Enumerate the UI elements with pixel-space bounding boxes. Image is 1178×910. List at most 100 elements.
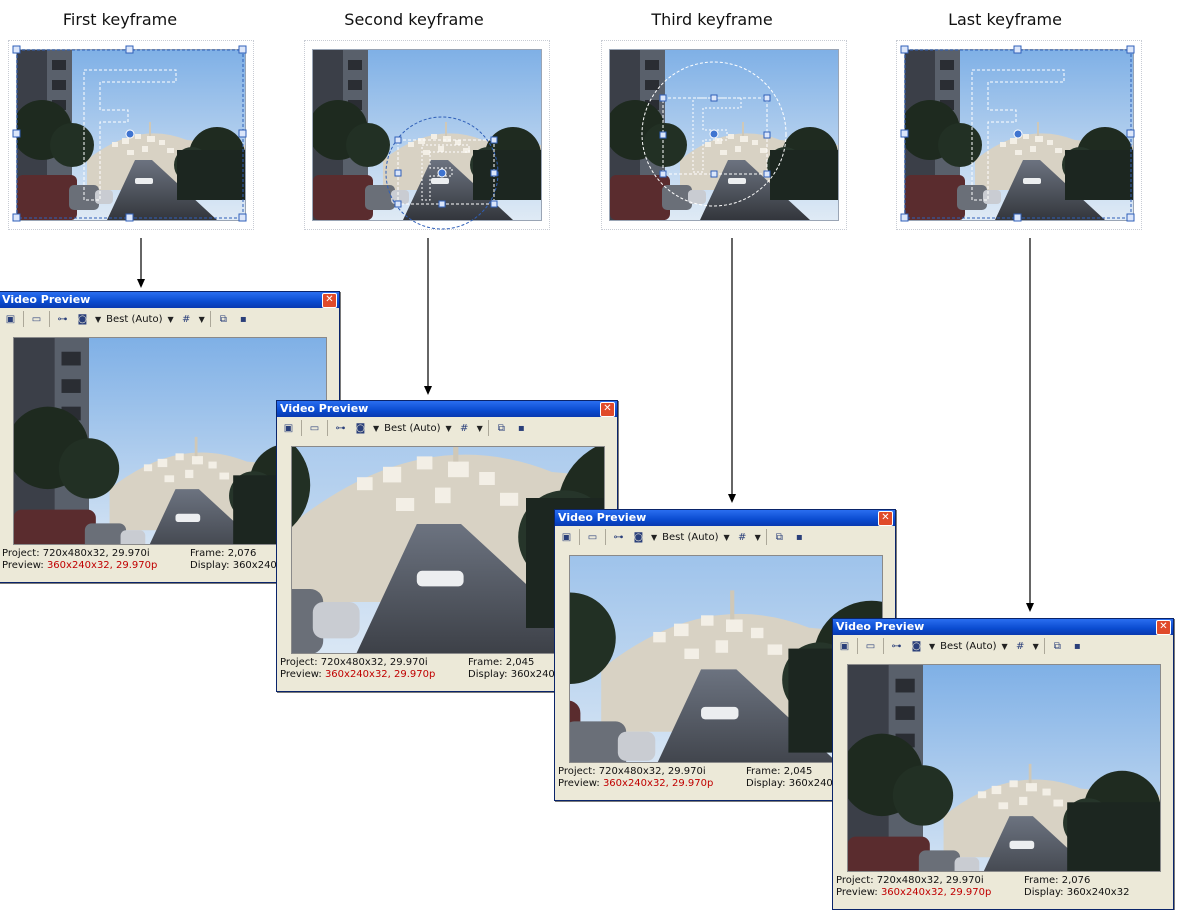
close-icon[interactable]: ✕ — [322, 293, 337, 308]
close-icon[interactable]: ✕ — [600, 402, 615, 417]
chevron-down-icon[interactable]: ▼ — [929, 642, 935, 651]
channels-icon[interactable]: ⊶ — [611, 530, 626, 545]
chevron-down-icon[interactable]: ▼ — [373, 424, 379, 433]
channels-icon[interactable]: ⊶ — [55, 312, 70, 327]
project-value: 720x480x32, 29.970i — [876, 875, 984, 886]
preview-toolbar: ▣ ▭ ⊶ ◙ ▼ Best (Auto) ▼ # ▼ ⧉ ▪ — [277, 417, 617, 439]
grid-icon[interactable]: # — [735, 530, 750, 545]
external-monitor-icon[interactable]: ▭ — [585, 530, 600, 545]
save-snapshot-icon[interactable]: ▪ — [236, 312, 251, 327]
preview-label: Preview: — [280, 669, 322, 680]
preview-value: 360x240x32, 29.970p — [46, 560, 158, 571]
mask-shape-overlay[interactable] — [8, 40, 254, 230]
project-label: Project: — [280, 657, 318, 668]
frame-value: 2,045 — [783, 766, 813, 777]
video-preview-window-last[interactable]: Video Preview ✕ ▣ ▭ ⊶ ◙ ▼ Best (Auto) ▼ … — [832, 618, 1174, 910]
split-screen-icon[interactable]: ▣ — [559, 530, 574, 545]
quality-dropdown[interactable]: Best (Auto) — [940, 641, 996, 652]
chevron-down-icon[interactable]: ▼ — [651, 533, 657, 542]
toolbar-separator — [49, 311, 50, 327]
mask-shape-overlay[interactable] — [896, 40, 1142, 230]
toolbar-separator — [605, 529, 606, 545]
preview-toolbar: ▣ ▭ ⊶ ◙ ▼ Best (Auto) ▼ # ▼ ⧉ ▪ — [833, 635, 1173, 657]
frame-label: Frame: — [746, 766, 781, 777]
overlays-icon[interactable]: ◙ — [75, 312, 90, 327]
chevron-down-icon[interactable]: ▼ — [755, 533, 761, 542]
quality-dropdown[interactable]: Best (Auto) — [384, 423, 440, 434]
chevron-down-icon[interactable]: ▼ — [446, 424, 452, 433]
toolbar-separator — [883, 638, 884, 654]
copy-snapshot-icon[interactable]: ⧉ — [494, 421, 509, 436]
project-label: Project: — [836, 875, 874, 886]
window-titlebar[interactable]: Video Preview ✕ — [555, 510, 895, 526]
window-title: Video Preview — [836, 620, 925, 633]
grid-icon[interactable]: # — [1013, 639, 1028, 654]
frame-label: Frame: — [1024, 875, 1059, 886]
preview-label: Preview: — [558, 778, 600, 789]
keyframe-thumbnail-second[interactable] — [304, 40, 550, 230]
keyframe-thumbnail-last[interactable] — [896, 40, 1142, 230]
keyframe-thumbnail-third[interactable] — [601, 40, 847, 230]
window-titlebar[interactable]: Video Preview ✕ — [0, 292, 339, 308]
chevron-down-icon[interactable]: ▼ — [168, 315, 174, 324]
frame-label: Frame: — [190, 548, 225, 559]
keyframe-label-third: Third keyframe — [651, 10, 773, 29]
close-icon[interactable]: ✕ — [1156, 620, 1171, 635]
close-icon[interactable]: ✕ — [878, 511, 893, 526]
grid-icon[interactable]: # — [179, 312, 194, 327]
frame-value: 2,076 — [1061, 875, 1091, 886]
preview-value: 360x240x32, 29.970p — [324, 669, 436, 680]
toolbar-separator — [487, 420, 489, 436]
toolbar-separator — [1043, 638, 1045, 654]
save-snapshot-icon[interactable]: ▪ — [792, 530, 807, 545]
display-label: Display: — [190, 560, 230, 571]
window-title: Video Preview — [280, 402, 369, 415]
mask-shape-overlay[interactable] — [304, 40, 550, 230]
split-screen-icon[interactable]: ▣ — [3, 312, 18, 327]
quality-dropdown[interactable]: Best (Auto) — [106, 314, 162, 325]
chevron-down-icon[interactable]: ▼ — [1033, 642, 1039, 651]
chevron-down-icon[interactable]: ▼ — [724, 533, 730, 542]
project-value: 720x480x32, 29.970i — [42, 548, 150, 559]
project-label: Project: — [2, 548, 40, 559]
split-screen-icon[interactable]: ▣ — [281, 421, 296, 436]
external-monitor-icon[interactable]: ▭ — [29, 312, 44, 327]
overlays-icon[interactable]: ◙ — [353, 421, 368, 436]
preview-value: 360x240x32, 29.970p — [880, 887, 992, 898]
keyframe-label-last: Last keyframe — [948, 10, 1062, 29]
copy-snapshot-icon[interactable]: ⧉ — [1050, 639, 1065, 654]
window-titlebar[interactable]: Video Preview ✕ — [833, 619, 1173, 635]
display-label: Display: — [1024, 887, 1064, 898]
display-label: Display: — [746, 778, 786, 789]
chevron-down-icon[interactable]: ▼ — [199, 315, 205, 324]
copy-snapshot-icon[interactable]: ⧉ — [216, 312, 231, 327]
external-monitor-icon[interactable]: ▭ — [863, 639, 878, 654]
preview-label: Preview: — [836, 887, 878, 898]
chevron-down-icon[interactable]: ▼ — [477, 424, 483, 433]
grid-icon[interactable]: # — [457, 421, 472, 436]
keyframe-thumbnail-first[interactable] — [8, 40, 254, 230]
chevron-down-icon[interactable]: ▼ — [1002, 642, 1008, 651]
toolbar-separator — [857, 638, 858, 654]
preview-video-frame — [847, 664, 1161, 872]
preview-toolbar: ▣ ▭ ⊶ ◙ ▼ Best (Auto) ▼ # ▼ ⧉ ▪ — [0, 308, 339, 330]
chevron-down-icon[interactable]: ▼ — [95, 315, 101, 324]
channels-icon[interactable]: ⊶ — [889, 639, 904, 654]
mask-shape-overlay[interactable] — [601, 40, 847, 230]
overlays-icon[interactable]: ◙ — [631, 530, 646, 545]
display-label: Display: — [468, 669, 508, 680]
keyframe-label-first: First keyframe — [62, 10, 178, 29]
save-snapshot-icon[interactable]: ▪ — [1070, 639, 1085, 654]
channels-icon[interactable]: ⊶ — [333, 421, 348, 436]
project-value: 720x480x32, 29.970i — [320, 657, 428, 668]
display-value: 360x240x32 — [1066, 887, 1130, 898]
split-screen-icon[interactable]: ▣ — [837, 639, 852, 654]
external-monitor-icon[interactable]: ▭ — [307, 421, 322, 436]
window-titlebar[interactable]: Video Preview ✕ — [277, 401, 617, 417]
quality-dropdown[interactable]: Best (Auto) — [662, 532, 718, 543]
overlays-icon[interactable]: ◙ — [909, 639, 924, 654]
toolbar-separator — [765, 529, 767, 545]
copy-snapshot-icon[interactable]: ⧉ — [772, 530, 787, 545]
toolbar-separator — [23, 311, 24, 327]
save-snapshot-icon[interactable]: ▪ — [514, 421, 529, 436]
